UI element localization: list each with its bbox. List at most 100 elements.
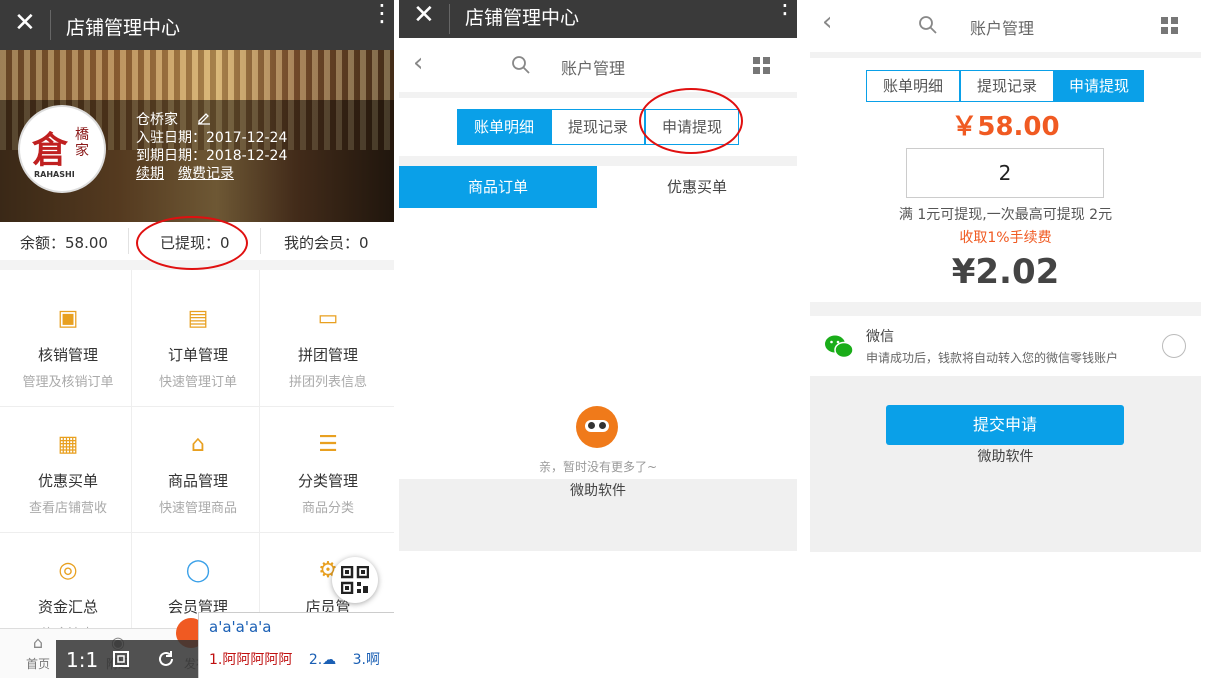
divider <box>260 228 261 254</box>
gift-icon: ▦ <box>57 432 79 457</box>
segment-bill-detail[interactable]: 账单明细 <box>457 109 551 145</box>
join-date: 入驻日期：2017-12-24 <box>136 130 288 146</box>
ime-candidate[interactable]: 3.啊 <box>353 652 380 668</box>
balance-stat[interactable]: 余额：58.00 <box>20 232 108 253</box>
nav-bar: ‹ 账户管理 <box>399 38 797 92</box>
total-amount: ¥2.02 <box>951 252 1060 292</box>
segment-bill-detail[interactable]: 账单明细 <box>866 70 960 102</box>
wechat-icon <box>825 335 854 359</box>
grid-item-desc: 快速管理订单 <box>158 375 237 390</box>
clipboard-icon: ▤ <box>187 306 209 331</box>
members-stat[interactable]: 我的会员：0 <box>284 232 369 253</box>
store-icon: ⌂ <box>191 432 205 457</box>
submit-button[interactable]: 提交申请 <box>886 405 1124 445</box>
divider <box>449 4 450 34</box>
grid-item[interactable]: ▭ 拼团管理拼团列表信息 <box>264 270 392 396</box>
nav-bar: ‹ 账户管理 <box>810 0 1201 58</box>
nav-title: 账户管理 <box>561 59 626 78</box>
grid-item-desc: 快速管理商品 <box>158 501 237 516</box>
ratio-button[interactable]: 1:1 <box>66 648 98 672</box>
ime-candidate[interactable]: 1.阿阿阿阿阿 <box>209 652 292 668</box>
more-menu-icon[interactable]: ⋮ <box>370 1 394 25</box>
user-icon: ◯ <box>185 558 211 583</box>
top-bar: ✕ 店铺管理中心 ⋮ <box>0 0 394 50</box>
payment-records-link[interactable]: 缴费记录 <box>178 166 234 182</box>
grid-item-name: 分类管理 <box>297 472 358 490</box>
divider <box>810 302 1201 316</box>
grid-item-name: 核销管理 <box>37 346 98 364</box>
grid-icon[interactable] <box>752 56 772 76</box>
input-value: 2 <box>998 161 1012 185</box>
page-title: 店铺管理中心 <box>465 7 580 29</box>
divider <box>128 228 129 254</box>
grid-item[interactable]: ▤ 订单管理快速管理订单 <box>134 270 262 396</box>
wechat-desc: 申请成功后，钱款将自动转入您的微信零钱账户 <box>866 351 1119 365</box>
page-title: 店铺管理中心 <box>66 17 181 39</box>
logo-en: RAHASHI <box>34 170 75 179</box>
ime-candidate[interactable]: 2.☁ <box>309 652 336 668</box>
search-icon[interactable] <box>511 55 531 75</box>
ime-candidate-panel: a'a'a'a'a 1.阿阿阿阿阿 2.☁ 3.啊 <box>198 612 394 678</box>
order-tabs: 商品订单 优惠买单 <box>399 166 797 208</box>
grid-item[interactable]: ▣ 核销管理管理及核销订单 <box>4 270 132 396</box>
list-icon: ☰ <box>318 432 338 457</box>
nav-title: 账户管理 <box>970 19 1035 38</box>
account-bill-panel: ✕ 店铺管理中心 ⋮ ‹ 账户管理 账单明细 提现记录 申请提现 商品订单 优惠… <box>399 0 797 678</box>
grid-item-name: 资金汇总 <box>37 598 98 616</box>
red-annotation-circle <box>639 88 743 154</box>
more-menu-icon[interactable]: ⋮ <box>773 0 797 17</box>
rotate-icon[interactable] <box>156 649 176 669</box>
logo-char: 倉 <box>32 129 69 171</box>
search-icon[interactable] <box>918 15 938 35</box>
apply-withdraw-panel: ‹ 账户管理 账单明细 提现记录 申请提现 ￥58.00 2 满 1元可提现,一… <box>810 0 1201 678</box>
shop-center-panel: ✕ 店铺管理中心 ⋮ 倉 橋家 RAHASHI 仓桥家 入驻日期：2017-12… <box>0 0 394 678</box>
grid-item-desc: 商品分类 <box>301 501 354 516</box>
shop-info: 仓桥家 入驻日期：2017-12-24 到期日期：2018-12-24 续期 缴费… <box>136 110 287 183</box>
wechat-radio[interactable] <box>1162 334 1186 358</box>
mascot-icon <box>576 406 618 448</box>
footer-brand: 微助软件 <box>977 449 1034 465</box>
grid-icon[interactable] <box>1160 16 1180 36</box>
back-icon[interactable]: ‹ <box>413 48 423 78</box>
tab-discount-orders[interactable]: 优惠买单 <box>597 166 797 208</box>
divider <box>50 10 51 40</box>
tab-product-orders[interactable]: 商品订单 <box>399 166 597 208</box>
close-icon[interactable]: ✕ <box>14 8 36 38</box>
shop-name: 仓桥家 <box>136 112 178 128</box>
empty-hint: 亲，暂时没有更多了~ <box>538 460 658 474</box>
grid-item[interactable]: ⌂ 商品管理快速管理商品 <box>134 396 262 522</box>
withdraw-amount-input[interactable]: 2 <box>906 148 1104 198</box>
verify-icon: ▣ <box>57 306 79 331</box>
grid-item[interactable]: ▦ 优惠买单查看店铺营收 <box>4 396 132 522</box>
top-bar: ✕ 店铺管理中心 ⋮ <box>399 0 797 38</box>
fee-note: 收取1%手续费 <box>959 230 1052 246</box>
edit-icon[interactable] <box>196 110 212 126</box>
coins-icon: ◎ <box>58 558 78 583</box>
close-icon[interactable]: ✕ <box>413 0 435 30</box>
back-icon[interactable]: ‹ <box>822 7 832 37</box>
wechat-title: 微信 <box>866 329 894 345</box>
logo-sub: 橋家 <box>75 127 89 159</box>
grid-item-name: 拼团管理 <box>297 346 358 364</box>
grid-item-desc: 管理及核销订单 <box>22 375 114 390</box>
balance-amount: ￥58.00 <box>951 112 1060 142</box>
ime-composing-text: a'a'a'a'a <box>209 618 272 636</box>
segment-withdraw-records[interactable]: 提现记录 <box>551 109 645 145</box>
segment-apply-withdraw[interactable]: 申请提现 <box>1054 70 1144 102</box>
wallet-icon: ▭ <box>317 306 339 331</box>
segment-withdraw-records[interactable]: 提现记录 <box>960 70 1054 102</box>
grid-item-name: 优惠买单 <box>37 472 98 490</box>
blank-area <box>399 551 797 678</box>
shop-logo: 倉 橋家 RAHASHI <box>18 105 106 193</box>
wechat-option[interactable]: 微信 申请成功后，钱款将自动转入您的微信零钱账户 <box>810 316 1201 376</box>
qr-code-icon[interactable] <box>332 557 378 603</box>
red-annotation-circle <box>136 216 248 270</box>
grid-item-desc: 查看店铺营收 <box>28 501 107 516</box>
floating-toolbar: 1:1 <box>56 640 210 678</box>
grid-item-name: 商品管理 <box>167 472 228 490</box>
crop-icon[interactable] <box>112 650 130 668</box>
grid-item[interactable]: ☰ 分类管理商品分类 <box>264 396 392 522</box>
grid-item-desc: 拼团列表信息 <box>288 375 367 390</box>
renew-link[interactable]: 续期 <box>136 166 164 182</box>
grid-item-name: 订单管理 <box>167 346 228 364</box>
